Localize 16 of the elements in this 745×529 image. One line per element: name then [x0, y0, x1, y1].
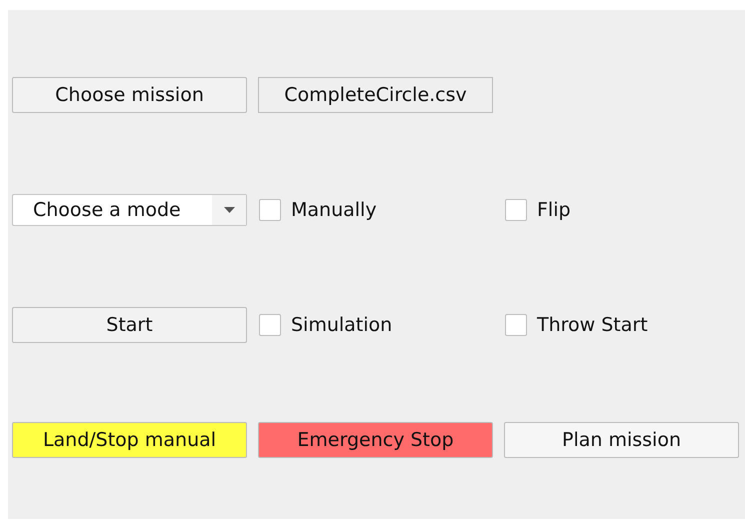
checkbox-label[interactable]: Throw Start [537, 314, 648, 336]
checkbox-label[interactable]: Flip [537, 199, 571, 221]
checkbox[interactable] [259, 314, 281, 336]
checkbox-label[interactable]: Simulation [291, 314, 392, 336]
file-name-label: CompleteCircle.csv [258, 77, 493, 113]
dropdown-caret-icon[interactable] [224, 207, 234, 213]
action-button[interactable]: Plan mission [504, 422, 739, 458]
checkbox[interactable] [505, 314, 527, 336]
action-button[interactable]: Emergency Stop [258, 422, 493, 458]
checkbox[interactable] [259, 199, 281, 221]
checkbox-label[interactable]: Manually [291, 199, 377, 221]
mode-dropdown[interactable]: Choose a mode [12, 194, 247, 226]
action-button[interactable]: Choose mission [12, 77, 247, 113]
action-button[interactable]: Land/Stop manual [12, 422, 247, 458]
checkbox[interactable] [505, 199, 527, 221]
action-button[interactable]: Start [12, 307, 247, 343]
